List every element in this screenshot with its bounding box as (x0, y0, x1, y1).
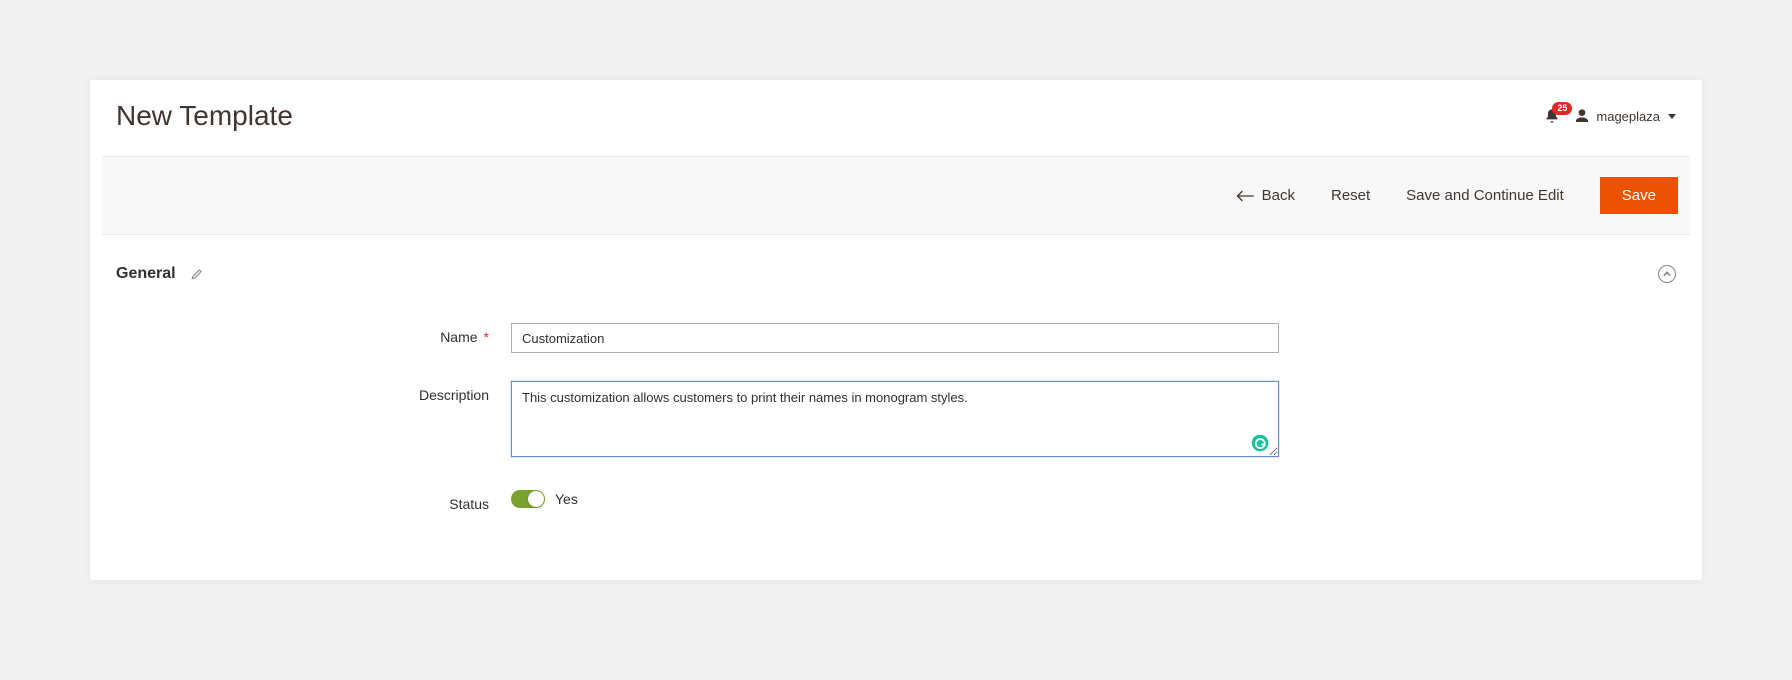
description-textarea[interactable]: This customization allows customers to p… (511, 381, 1279, 457)
section-title: General (116, 265, 176, 283)
chevron-up-icon (1663, 270, 1671, 278)
description-label: Description (116, 381, 511, 403)
status-toggle-row: Yes (511, 490, 1279, 508)
description-control: This customization allows customers to p… (511, 381, 1279, 462)
reset-button[interactable]: Reset (1331, 187, 1370, 204)
name-row: Name * (116, 323, 1676, 353)
description-row: Description This customization allows cu… (116, 381, 1676, 462)
form-area: Name * Description This customization all… (90, 299, 1702, 580)
action-bar: Back Reset Save and Continue Edit Save (102, 156, 1690, 235)
required-asterisk: * (484, 329, 489, 345)
status-row: Status Yes (116, 490, 1676, 512)
description-label-text: Description (419, 387, 489, 403)
status-toggle[interactable] (511, 490, 545, 508)
save-continue-button[interactable]: Save and Continue Edit (1406, 187, 1564, 204)
pencil-icon[interactable] (190, 267, 204, 281)
section-header: General (90, 235, 1702, 299)
name-input[interactable] (511, 323, 1279, 353)
status-label-text: Status (449, 496, 489, 512)
notification-badge: 25 (1552, 102, 1572, 115)
page-title: New Template (116, 100, 293, 132)
account-name: mageplaza (1596, 109, 1660, 124)
save-button[interactable]: Save (1600, 177, 1678, 214)
back-button[interactable]: Back (1236, 187, 1295, 204)
name-label: Name * (116, 323, 511, 345)
notifications-button[interactable]: 25 (1544, 108, 1560, 124)
status-value-label: Yes (555, 491, 578, 507)
chevron-down-icon (1668, 114, 1676, 119)
status-label: Status (116, 490, 511, 512)
section-title-wrap: General (116, 265, 204, 283)
collapse-toggle[interactable] (1658, 265, 1676, 283)
status-control: Yes (511, 490, 1279, 508)
user-icon (1574, 108, 1590, 124)
arrow-left-icon (1236, 190, 1254, 202)
header-right: 25 mageplaza (1544, 108, 1676, 124)
back-button-label: Back (1262, 187, 1295, 204)
toggle-knob (528, 491, 544, 507)
name-label-text: Name (440, 329, 477, 345)
admin-card: New Template 25 mageplaza Back Reset Sav… (90, 80, 1702, 580)
name-control (511, 323, 1279, 353)
page-header: New Template 25 mageplaza (90, 80, 1702, 156)
account-menu[interactable]: mageplaza (1574, 108, 1676, 124)
